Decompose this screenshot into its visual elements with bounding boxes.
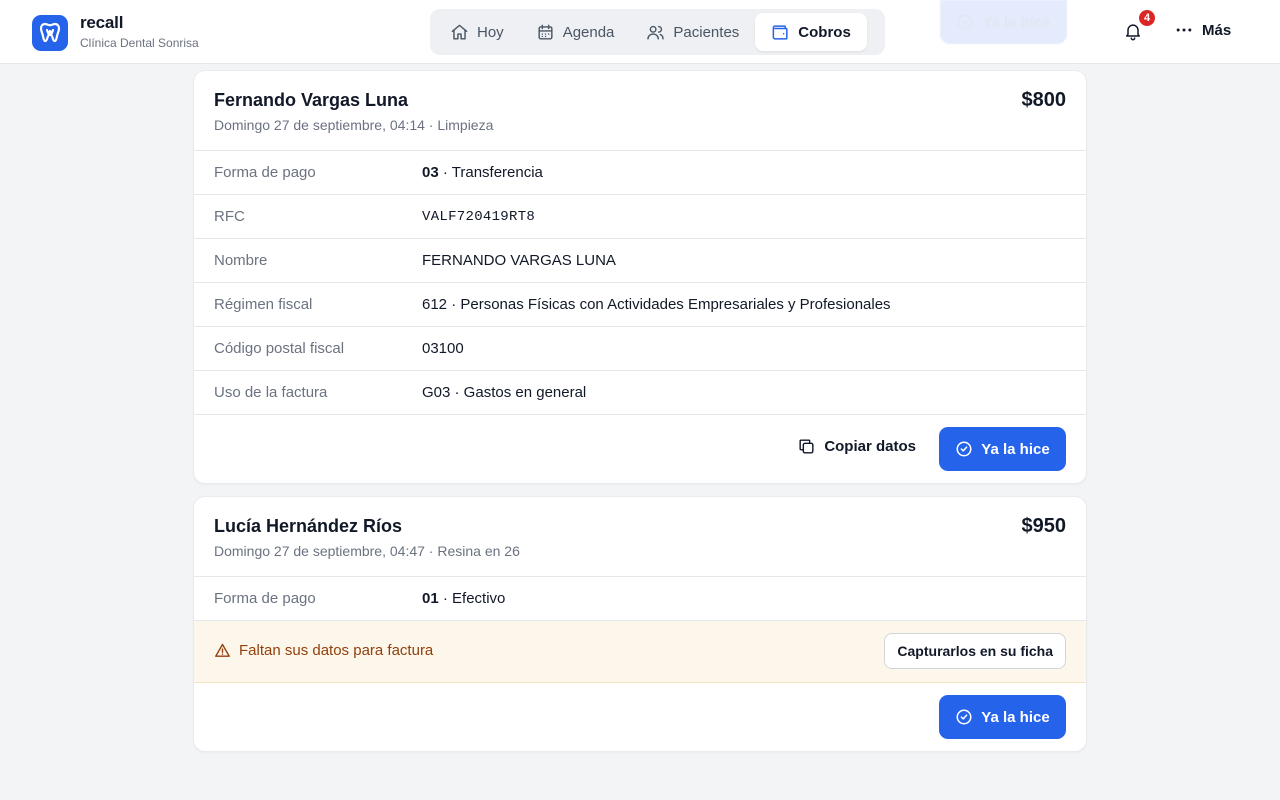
appointment-meta: Domingo 27 de septiembre, 04:47 · Resina… — [214, 543, 520, 559]
missing-invoice-data-banner: Faltan sus datos para factura Capturarlo… — [194, 621, 1086, 683]
users-icon — [647, 25, 665, 40]
capture-data-button[interactable]: Capturarlos en su ficha — [884, 633, 1066, 669]
row-label: Régimen fiscal — [214, 296, 313, 313]
mark-done-button[interactable]: Ya la hice — [939, 427, 1066, 471]
payment-card: Fernando Vargas Luna Domingo 27 de septi… — [193, 70, 1087, 484]
check-circle-icon — [956, 441, 972, 457]
nav-item-cobros[interactable]: Cobros — [755, 13, 867, 51]
warning-icon — [215, 643, 230, 657]
nav-item-label: Agenda — [562, 23, 615, 41]
payment-card: Lucía Hernández Ríos Domingo 27 de septi… — [193, 496, 1087, 752]
ghost-done-button: Ya la hice — [940, 0, 1067, 44]
home-icon — [451, 24, 468, 40]
tooth-logo-icon — [32, 14, 68, 51]
patient-name: Lucía Hernández Ríos — [214, 516, 403, 536]
brand[interactable]: recall Clínica Dental Sonrisa — [32, 14, 199, 51]
brand-name: recall — [80, 13, 124, 32]
card-header: Fernando Vargas Luna Domingo 27 de septi… — [194, 71, 1086, 151]
row-label: RFC — [214, 208, 245, 225]
calendar-icon — [538, 24, 553, 40]
appointment-meta: Domingo 27 de septiembre, 04:14 · Limpie… — [214, 117, 494, 133]
check-circle-icon — [956, 709, 972, 725]
detail-row: Código postal fiscal 03100 — [194, 327, 1086, 371]
nav-item-label: Pacientes — [673, 23, 740, 41]
card-actions: Ya la hice — [194, 683, 1086, 751]
main-nav: Hoy Agenda Pacientes Cobros — [430, 9, 885, 55]
mark-done-button[interactable]: Ya la hice — [939, 695, 1066, 739]
nav-item-label: Cobros — [798, 23, 851, 41]
check-circle-icon — [957, 14, 973, 30]
row-value: 01 · Efectivo — [422, 590, 506, 607]
patient-name: Fernando Vargas Luna — [214, 90, 409, 110]
nav-item-label: Hoy — [477, 23, 504, 41]
amount: $950 — [1021, 515, 1067, 537]
row-label: Forma de pago — [214, 590, 316, 607]
ellipsis-icon — [1176, 28, 1192, 32]
warning-text: Faltan sus datos para factura — [239, 642, 434, 659]
nav-item-pacientes[interactable]: Pacientes — [630, 13, 755, 51]
row-label: Uso de la factura — [214, 384, 328, 401]
row-value: 612 · Personas Físicas con Actividades E… — [422, 296, 891, 313]
detail-row: Uso de la factura G03 · Gastos en genera… — [194, 371, 1086, 415]
detail-row: Forma de pago 01 · Efectivo — [194, 577, 1086, 621]
card-header: Lucía Hernández Ríos Domingo 27 de septi… — [194, 497, 1086, 577]
row-label: Forma de pago — [214, 164, 316, 181]
detail-row: Forma de pago 03 · Transferencia — [194, 151, 1086, 195]
row-value: FERNANDO VARGAS LUNA — [422, 252, 616, 269]
amount: $800 — [1021, 89, 1067, 111]
row-value: 03100 — [422, 340, 464, 357]
nav-item-hoy[interactable]: Hoy — [434, 13, 520, 51]
row-value: 03 · Transferencia — [422, 164, 543, 181]
detail-row: Nombre FERNANDO VARGAS LUNA — [194, 239, 1086, 283]
more-label: Más — [1202, 21, 1232, 39]
row-value: G03 · Gastos en general — [422, 384, 587, 401]
notification-count-badge: 4 — [1137, 8, 1157, 28]
detail-row: Régimen fiscal 612 · Personas Físicas co… — [194, 283, 1086, 327]
rfc-value: VALF720419RT8 — [422, 208, 536, 225]
more-menu-button[interactable]: Más — [1174, 20, 1231, 40]
row-label: Nombre — [214, 252, 268, 269]
copy-icon — [799, 439, 814, 454]
copy-data-button[interactable]: Copiar datos — [797, 437, 916, 456]
row-label: Código postal fiscal — [214, 340, 345, 357]
clinic-name: Clínica Dental Sonrisa — [80, 36, 199, 50]
detail-row: RFC VALF720419RT8 — [194, 195, 1086, 239]
nav-item-agenda[interactable]: Agenda — [520, 13, 631, 51]
card-actions: Copiar datos Ya la hice — [194, 415, 1086, 483]
top-bar: recall Clínica Dental Sonrisa Hoy Agenda… — [0, 0, 1280, 64]
wallet-icon — [772, 24, 788, 40]
